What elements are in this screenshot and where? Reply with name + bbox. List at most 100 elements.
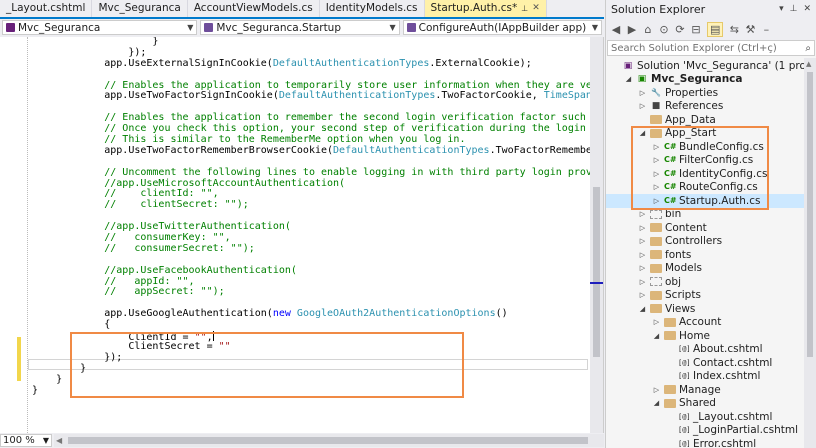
tree-node-label: Models xyxy=(665,262,702,275)
tree-node-error-cshtml[interactable]: [@] Error.cshtml xyxy=(606,437,756,448)
expanded-arrow-icon[interactable]: ◢ xyxy=(652,332,661,340)
scrollbar-thumb[interactable] xyxy=(593,187,600,357)
tree-node-fonts[interactable]: ▷ fonts xyxy=(606,248,692,262)
tree-node-references[interactable]: ▷ ■ References xyxy=(606,100,724,114)
pin-icon[interactable]: ⊥ xyxy=(521,0,528,17)
class-dropdown[interactable]: Mvc_Seguranca.Startup ▼ xyxy=(200,20,400,35)
pending-changes-filter-icon[interactable]: ⊙ xyxy=(659,23,669,36)
panel-title: Solution Explorer xyxy=(611,2,706,16)
code-line: app.UseExternalSignInCookie(DefaultAuthe… xyxy=(32,58,590,70)
collapse-all-icon[interactable]: ⊟ xyxy=(691,23,701,36)
cshtml-file-icon: [@] xyxy=(678,358,691,367)
collapsed-arrow-icon[interactable]: ▷ xyxy=(652,386,661,394)
show-all-files-icon[interactable]: ▤ xyxy=(707,21,724,37)
tree-node-index-cshtml[interactable]: [@] Index.cshtml xyxy=(606,370,760,384)
collapsed-arrow-icon[interactable]: ▷ xyxy=(638,89,647,97)
tree-node-label: References xyxy=(665,100,724,113)
tree-node-views[interactable]: ◢ Views xyxy=(606,302,696,316)
scroll-up-icon[interactable]: ▲ xyxy=(806,60,811,68)
tab-accountviewmodels-cs[interactable]: AccountViewModels.cs xyxy=(188,0,320,17)
tab-mvc-seguranca[interactable]: Mvc_Seguranca xyxy=(92,0,188,17)
tree-node-loginpartial-cshtml[interactable]: [@] _LoginPartial.cshtml xyxy=(606,424,798,438)
tree-node-app-data[interactable]: App_Data xyxy=(606,113,716,127)
editor-vertical-scrollbar[interactable] xyxy=(590,37,603,433)
cshtml-file-icon: [@] xyxy=(678,372,691,381)
collapsed-arrow-icon[interactable]: ▷ xyxy=(638,102,647,110)
tab-startup-auth-cs[interactable]: Startup.Auth.cs* ⊥ ✕ xyxy=(424,0,547,17)
code-token: } xyxy=(32,37,159,47)
project-dropdown[interactable]: Mvc_Seguranca ▼ xyxy=(2,20,198,35)
collapsed-arrow-icon[interactable]: ▷ xyxy=(638,278,647,286)
home-icon[interactable]: ⌂ xyxy=(643,23,653,36)
expanded-arrow-icon[interactable]: ◢ xyxy=(624,75,633,83)
tree-node-properties[interactable]: ▷ 🔧 Properties xyxy=(606,86,718,100)
tree-node-label: About.cshtml xyxy=(693,343,763,356)
folder-icon xyxy=(650,290,662,300)
code-token: // clientSecret: ""); xyxy=(32,199,249,211)
code-token: .TwoFactorRememberBrowserCookie xyxy=(489,144,590,156)
code-token: app.UseTwoFactorRememberBrowserCookie( xyxy=(32,144,334,156)
tree-node-models[interactable]: ▷ Models xyxy=(606,262,702,276)
collapsed-arrow-icon[interactable]: ▷ xyxy=(638,264,647,272)
tree-node-account[interactable]: ▷ Account xyxy=(606,316,722,330)
expanded-arrow-icon[interactable]: ◢ xyxy=(652,399,661,407)
cshtml-file-icon: [@] xyxy=(678,426,691,435)
view-code-icon[interactable]: ⇆ xyxy=(729,23,739,36)
scrollbar-thumb[interactable] xyxy=(807,72,813,357)
wrench-icon: 🔧 xyxy=(651,87,661,97)
collapsed-arrow-icon[interactable]: ▷ xyxy=(652,318,661,326)
pin-icon[interactable]: ⊥ xyxy=(790,4,798,14)
tree-node-manage[interactable]: ▷ Manage xyxy=(606,383,721,397)
tree-node-layout-cshtml[interactable]: [@] _Layout.cshtml xyxy=(606,410,772,424)
tree-node-home[interactable]: ◢ Home xyxy=(606,329,710,343)
tree-node-label: Scripts xyxy=(665,289,701,302)
collapsed-arrow-icon[interactable]: ▷ xyxy=(638,291,647,299)
collapsed-arrow-icon[interactable]: ▷ xyxy=(638,251,647,259)
zoom-dropdown[interactable]: 100 % ▼ xyxy=(0,434,52,447)
close-icon[interactable]: ✕ xyxy=(803,4,811,14)
code-token: } xyxy=(32,384,39,396)
search-input[interactable]: Search Solution Explorer (Ctrl+ç) xyxy=(611,43,777,54)
tree-node-scripts[interactable]: ▷ Scripts xyxy=(606,289,701,303)
solution-explorer-panel: Solution Explorer ▾ ⊥ ✕ ◀ ▶ ⌂ ⊙ ⟳ ⊟ ▤ ⇆ … xyxy=(605,0,816,448)
tree-node-shared[interactable]: ◢ Shared xyxy=(606,397,716,411)
tree-node-controllers[interactable]: ▷ Controllers xyxy=(606,235,722,249)
more-options-icon[interactable]: – xyxy=(761,23,771,36)
tree-node-contact-cshtml[interactable]: [@] Contact.cshtml xyxy=(606,356,772,370)
window-position-icon[interactable]: ▾ xyxy=(779,4,784,14)
tree-node-mvc-seguranca[interactable]: ◢ ▣ Mvc_Seguranca xyxy=(606,73,743,87)
forward-icon[interactable]: ▶ xyxy=(627,23,637,36)
tree-node-label: Controllers xyxy=(665,235,723,248)
solution-explorer-search[interactable]: Search Solution Explorer (Ctrl+ç) ⌕ xyxy=(607,40,815,56)
tree-node-label: bin xyxy=(665,208,682,221)
scrollbar-thumb[interactable] xyxy=(68,437,588,444)
folder-icon xyxy=(664,385,676,395)
tab-label: AccountViewModels.cs xyxy=(193,2,313,14)
sync-icon[interactable]: ⟳ xyxy=(675,23,685,36)
code-token: } xyxy=(32,373,63,385)
code-editor[interactable]: } }); app.UseExternalSignInCookie(Defaul… xyxy=(0,37,604,433)
tree-node-solution-mvc-seguranca-1-project[interactable]: ▣ Solution 'Mvc_Seguranca' (1 project) xyxy=(606,59,804,73)
member-dropdown[interactable]: ConfigureAuth(IAppBuilder app) ▼ xyxy=(402,20,602,35)
folder-dashed-icon xyxy=(650,209,662,219)
tab-identitymodels-cs[interactable]: IdentityModels.cs xyxy=(320,0,425,17)
tab--layout-cshtml[interactable]: _Layout.cshtml xyxy=(0,0,93,17)
back-icon[interactable]: ◀ xyxy=(611,23,621,36)
collapsed-arrow-icon[interactable]: ▷ xyxy=(638,210,647,218)
collapsed-arrow-icon[interactable]: ▷ xyxy=(638,224,647,232)
expanded-arrow-icon[interactable]: ◢ xyxy=(638,305,647,313)
properties-wrench-icon[interactable]: ⚒ xyxy=(745,23,755,36)
tree-node-obj[interactable]: ▷ obj xyxy=(606,275,681,289)
editor-horizontal-scrollbar[interactable]: ◀ xyxy=(54,434,604,447)
search-icon[interactable]: ⌕ xyxy=(805,43,811,54)
tree-node-content[interactable]: ▷ Content xyxy=(606,221,707,235)
collapsed-arrow-icon[interactable]: ▷ xyxy=(638,237,647,245)
code-token: GoogleOAuth2AuthenticationOptions xyxy=(296,308,496,320)
tree-node-about-cshtml[interactable]: [@] About.cshtml xyxy=(606,343,763,357)
solution-explorer-scrollbar[interactable]: ▲ xyxy=(804,58,816,448)
code-line: // consumerSecret: ""); xyxy=(32,242,590,255)
code-token: app.UseGoogleAuthentication( xyxy=(32,308,273,320)
close-icon[interactable]: ✕ xyxy=(532,0,540,17)
scroll-left-icon[interactable]: ◀ xyxy=(56,434,62,447)
code-token: // consumerSecret: ""); xyxy=(32,242,255,254)
